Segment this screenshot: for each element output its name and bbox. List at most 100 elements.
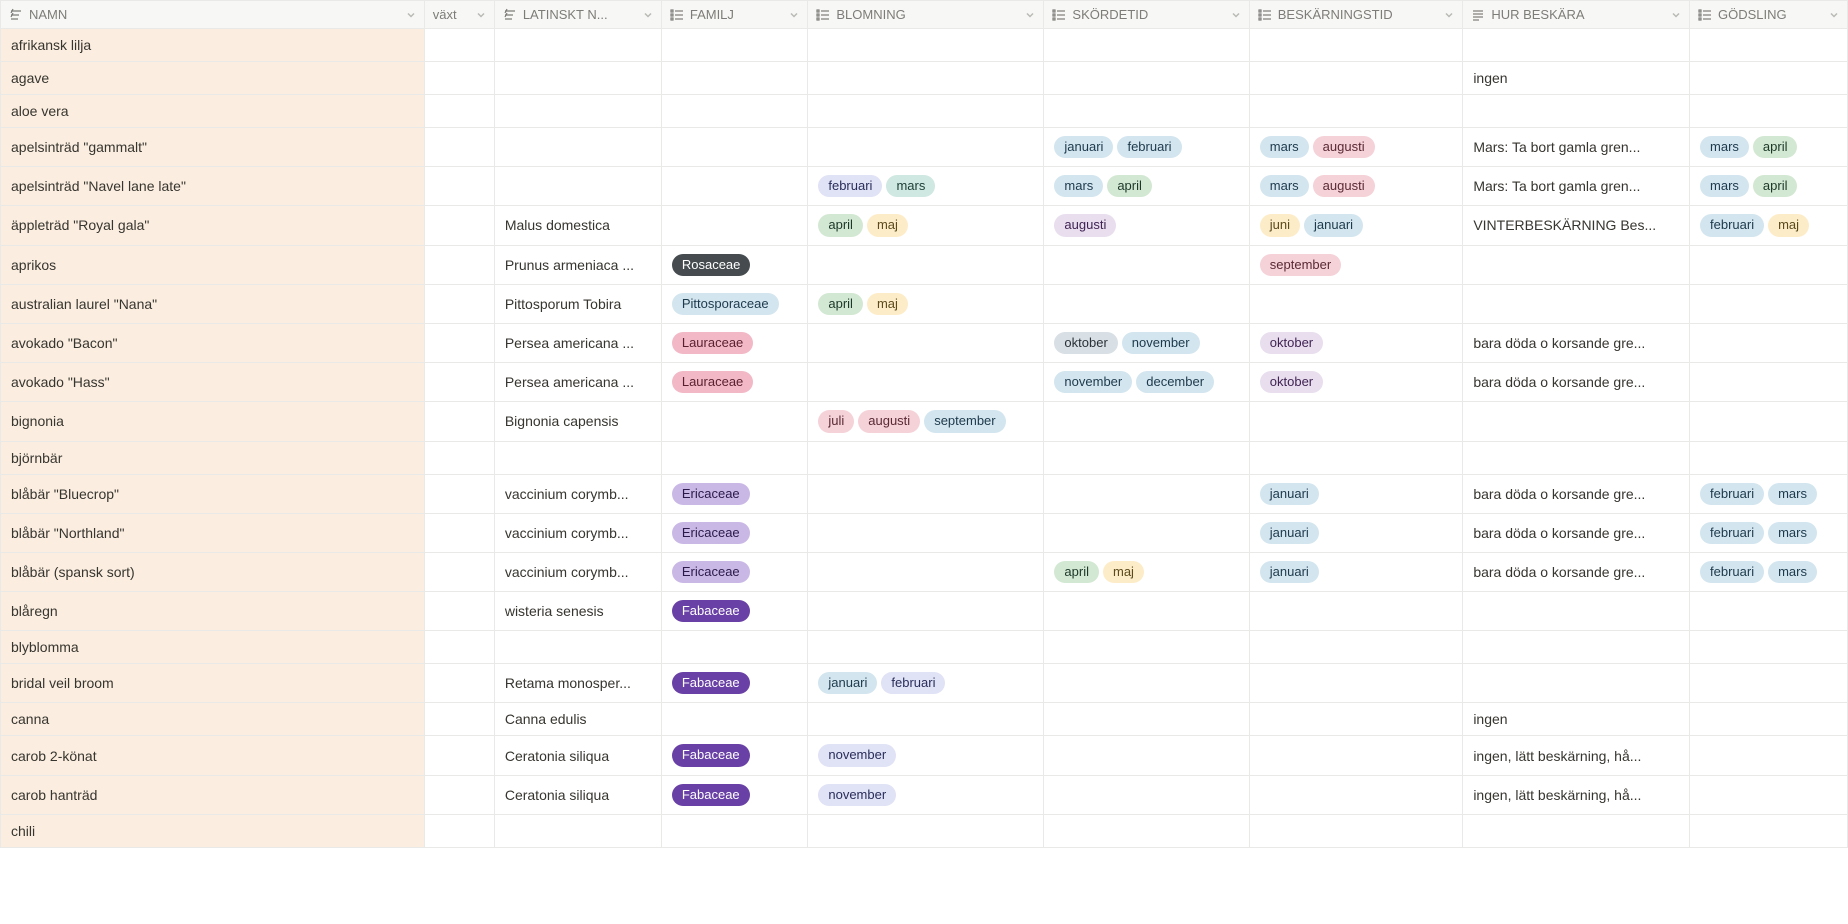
cell-godsling[interactable]: februarimars <box>1690 513 1848 552</box>
cell-vaxt[interactable] <box>424 631 494 664</box>
cell-vaxt[interactable] <box>424 441 494 474</box>
table-row[interactable]: carob 2-könatCeratonia siliquaFabaceaeno… <box>1 736 1848 775</box>
cell-skordetid[interactable]: oktobernovember <box>1044 323 1249 362</box>
cell-namn[interactable]: agave <box>1 62 425 95</box>
cell-latinskt[interactable]: Ceratonia siliqua <box>494 736 661 775</box>
cell-skordetid[interactable] <box>1044 284 1249 323</box>
cell-namn[interactable]: blåbär "Bluecrop" <box>1 474 425 513</box>
cell-godsling[interactable]: februarimaj <box>1690 206 1848 245</box>
cell-godsling[interactable] <box>1690 62 1848 95</box>
cell-vaxt[interactable] <box>424 128 494 167</box>
cell-familj[interactable] <box>661 441 808 474</box>
cell-godsling[interactable] <box>1690 323 1848 362</box>
table-row[interactable]: blåbär (spansk sort)vaccinium corymb...E… <box>1 552 1848 591</box>
cell-namn[interactable]: blyblomma <box>1 631 425 664</box>
cell-skordetid[interactable]: marsapril <box>1044 167 1249 206</box>
cell-blomning[interactable] <box>808 814 1044 847</box>
cell-familj[interactable] <box>661 167 808 206</box>
cell-skordetid[interactable]: januarifebruari <box>1044 128 1249 167</box>
cell-blomning[interactable] <box>808 363 1044 402</box>
table-row[interactable]: apelsinträd "gammalt"januarifebruarimars… <box>1 128 1848 167</box>
cell-blomning[interactable]: juliaugustiseptember <box>808 402 1044 441</box>
cell-vaxt[interactable] <box>424 513 494 552</box>
cell-familj[interactable] <box>661 62 808 95</box>
table-row[interactable]: apelsinträd "Navel lane late"februarimar… <box>1 167 1848 206</box>
column-header-hur[interactable]: HUR BESKÄRA <box>1463 1 1690 29</box>
cell-godsling[interactable]: marsapril <box>1690 167 1848 206</box>
cell-familj[interactable] <box>661 128 808 167</box>
cell-vaxt[interactable] <box>424 167 494 206</box>
cell-namn[interactable]: canna <box>1 703 425 736</box>
cell-blomning[interactable]: november <box>808 736 1044 775</box>
cell-godsling[interactable] <box>1690 29 1848 62</box>
cell-namn[interactable]: bridal veil broom <box>1 664 425 703</box>
cell-beskarningstid[interactable]: januari <box>1249 474 1463 513</box>
cell-blomning[interactable] <box>808 592 1044 631</box>
cell-familj[interactable]: Ericaceae <box>661 513 808 552</box>
cell-familj[interactable]: Fabaceae <box>661 664 808 703</box>
cell-familj[interactable] <box>661 703 808 736</box>
cell-familj[interactable] <box>661 402 808 441</box>
cell-vaxt[interactable] <box>424 245 494 284</box>
table-row[interactable]: blåbär "Northland"vaccinium corymb...Eri… <box>1 513 1848 552</box>
cell-skordetid[interactable]: augusti <box>1044 206 1249 245</box>
cell-blomning[interactable] <box>808 513 1044 552</box>
cell-godsling[interactable] <box>1690 284 1848 323</box>
cell-latinskt[interactable]: Retama monosper... <box>494 664 661 703</box>
cell-namn[interactable]: äppleträd "Royal gala" <box>1 206 425 245</box>
cell-namn[interactable]: bignonia <box>1 402 425 441</box>
table-row[interactable]: björnbär <box>1 441 1848 474</box>
cell-namn[interactable]: björnbär <box>1 441 425 474</box>
cell-namn[interactable]: aprikos <box>1 245 425 284</box>
cell-blomning[interactable] <box>808 245 1044 284</box>
cell-vaxt[interactable] <box>424 62 494 95</box>
cell-beskarningstid[interactable] <box>1249 814 1463 847</box>
cell-hur[interactable] <box>1463 441 1690 474</box>
cell-blomning[interactable] <box>808 441 1044 474</box>
cell-blomning[interactable] <box>808 62 1044 95</box>
cell-hur[interactable]: Mars: Ta bort gamla gren... <box>1463 128 1690 167</box>
cell-skordetid[interactable] <box>1044 245 1249 284</box>
cell-vaxt[interactable] <box>424 474 494 513</box>
cell-godsling[interactable] <box>1690 736 1848 775</box>
cell-latinskt[interactable] <box>494 441 661 474</box>
column-header-familj[interactable]: FAMILJ <box>661 1 808 29</box>
cell-blomning[interactable] <box>808 474 1044 513</box>
table-row[interactable]: agaveingen <box>1 62 1848 95</box>
cell-godsling[interactable] <box>1690 245 1848 284</box>
cell-beskarningstid[interactable] <box>1249 95 1463 128</box>
cell-beskarningstid[interactable] <box>1249 402 1463 441</box>
cell-beskarningstid[interactable]: september <box>1249 245 1463 284</box>
cell-skordetid[interactable] <box>1044 736 1249 775</box>
cell-beskarningstid[interactable]: junijanuari <box>1249 206 1463 245</box>
cell-godsling[interactable]: februarimars <box>1690 474 1848 513</box>
cell-godsling[interactable] <box>1690 592 1848 631</box>
cell-blomning[interactable]: aprilmaj <box>808 206 1044 245</box>
cell-familj[interactable] <box>661 206 808 245</box>
cell-skordetid[interactable] <box>1044 402 1249 441</box>
cell-skordetid[interactable]: novemberdecember <box>1044 363 1249 402</box>
cell-hur[interactable] <box>1463 402 1690 441</box>
cell-latinskt[interactable]: vaccinium corymb... <box>494 513 661 552</box>
column-header-namn[interactable]: NAMN <box>1 1 425 29</box>
cell-vaxt[interactable] <box>424 402 494 441</box>
cell-hur[interactable]: bara döda o korsande gre... <box>1463 513 1690 552</box>
table-row[interactable]: bridal veil broom Retama monosper...Fabac… <box>1 664 1848 703</box>
cell-blomning[interactable] <box>808 323 1044 362</box>
cell-hur[interactable]: bara döda o korsande gre... <box>1463 552 1690 591</box>
cell-vaxt[interactable] <box>424 29 494 62</box>
cell-beskarningstid[interactable]: januari <box>1249 513 1463 552</box>
cell-beskarningstid[interactable]: oktober <box>1249 323 1463 362</box>
table-row[interactable]: bignoniaBignonia capensisjuliaugustisept… <box>1 402 1848 441</box>
cell-beskarningstid[interactable] <box>1249 736 1463 775</box>
cell-beskarningstid[interactable] <box>1249 631 1463 664</box>
cell-hur[interactable]: VINTERBESKÄRNING Bes... <box>1463 206 1690 245</box>
cell-latinskt[interactable] <box>494 95 661 128</box>
table-row[interactable]: blåregnwisteria senesisFabaceae <box>1 592 1848 631</box>
cell-familj[interactable]: Lauraceae <box>661 363 808 402</box>
cell-familj[interactable]: Pittosporaceae <box>661 284 808 323</box>
cell-latinskt[interactable]: vaccinium corymb... <box>494 552 661 591</box>
cell-latinskt[interactable] <box>494 62 661 95</box>
cell-familj[interactable]: Ericaceae <box>661 552 808 591</box>
cell-familj[interactable]: Fabaceae <box>661 592 808 631</box>
